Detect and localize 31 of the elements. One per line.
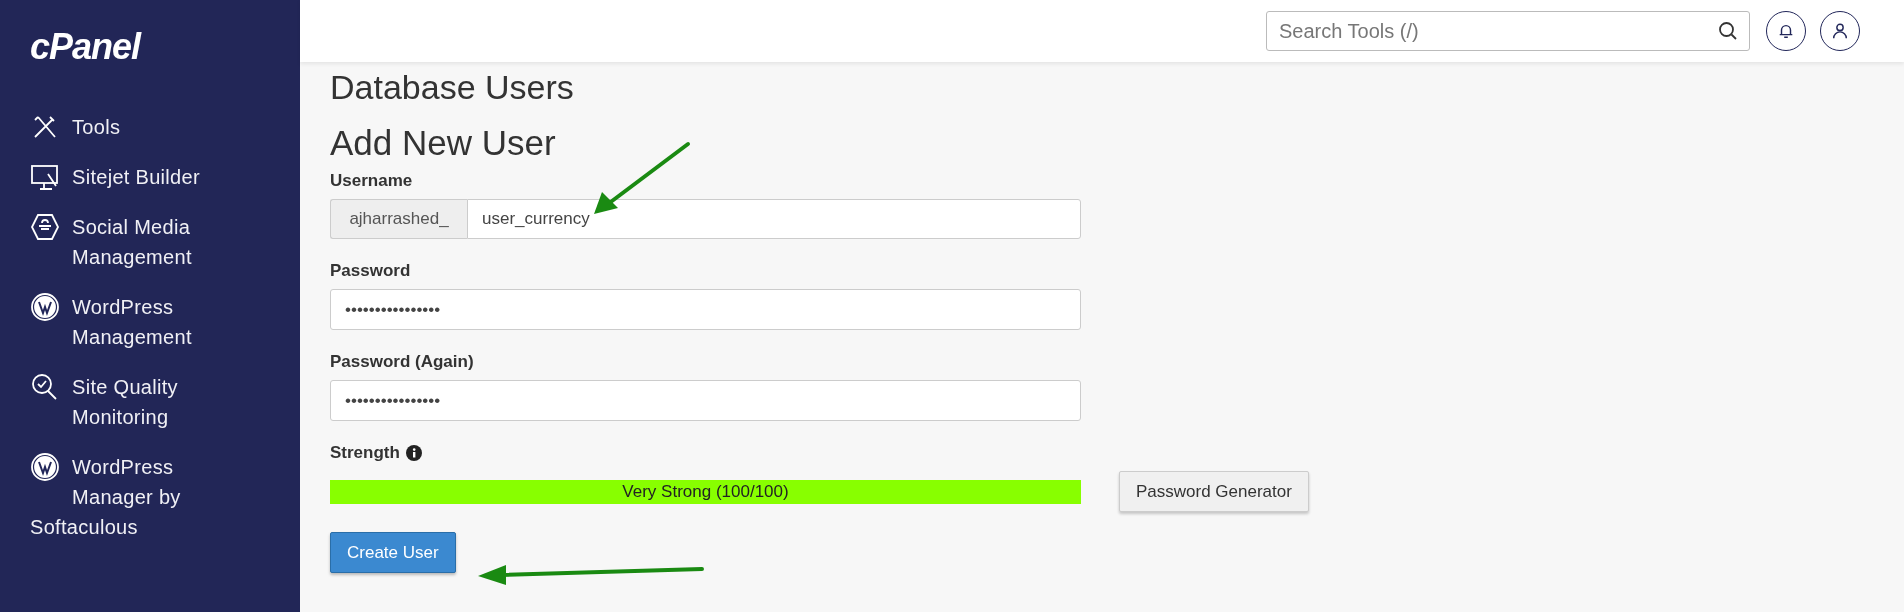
field-label: Username <box>330 171 413 191</box>
sidebar-item[interactable]: Social Media Management <box>72 212 280 272</box>
sidebar-item[interactable]: WordPress Management <box>72 292 280 352</box>
field-label: Password (Again) <box>330 352 474 372</box>
sidebar-item[interactable]: Sitejet Builder <box>72 162 200 192</box>
wordpress-icon[interactable] <box>30 452 60 482</box>
search-icon[interactable] <box>1718 21 1738 41</box>
bell-icon <box>1777 22 1795 40</box>
password-generator-button[interactable]: Password Generator <box>1119 471 1309 512</box>
page-title: Database Users <box>330 68 574 107</box>
strength-text: Very Strong (100/100) <box>622 481 789 502</box>
field-label: Strength <box>330 443 400 463</box>
field-label: Password <box>330 261 411 281</box>
section-title: Add New User <box>330 123 556 163</box>
user-icon <box>1831 22 1849 40</box>
wordpress-icon[interactable] <box>30 292 60 322</box>
password-field[interactable]: •••••••••••••••• <box>330 289 1081 330</box>
info-icon[interactable] <box>405 445 422 461</box>
password-field[interactable]: •••••••••••••••• <box>330 380 1081 421</box>
sidebar-item[interactable]: Tools <box>72 112 121 142</box>
create-user-button[interactable]: Create User <box>330 532 456 573</box>
search-field[interactable]: Search Tools (/) <box>1266 11 1750 51</box>
username-prefix: ajharrashed_ <box>330 199 467 239</box>
sidebar-item[interactable]: WordPress Manager by Softaculous <box>30 452 220 542</box>
sidebar-item[interactable]: Site Quality Monitoring <box>72 372 280 432</box>
username-field[interactable]: user_currency <box>467 199 1081 239</box>
user-button[interactable] <box>1820 11 1860 51</box>
logo[interactable]: cPanel <box>30 26 141 68</box>
hexagon-icon[interactable] <box>30 212 60 242</box>
monitor-icon[interactable] <box>30 162 60 192</box>
notifications-button[interactable] <box>1766 11 1806 51</box>
